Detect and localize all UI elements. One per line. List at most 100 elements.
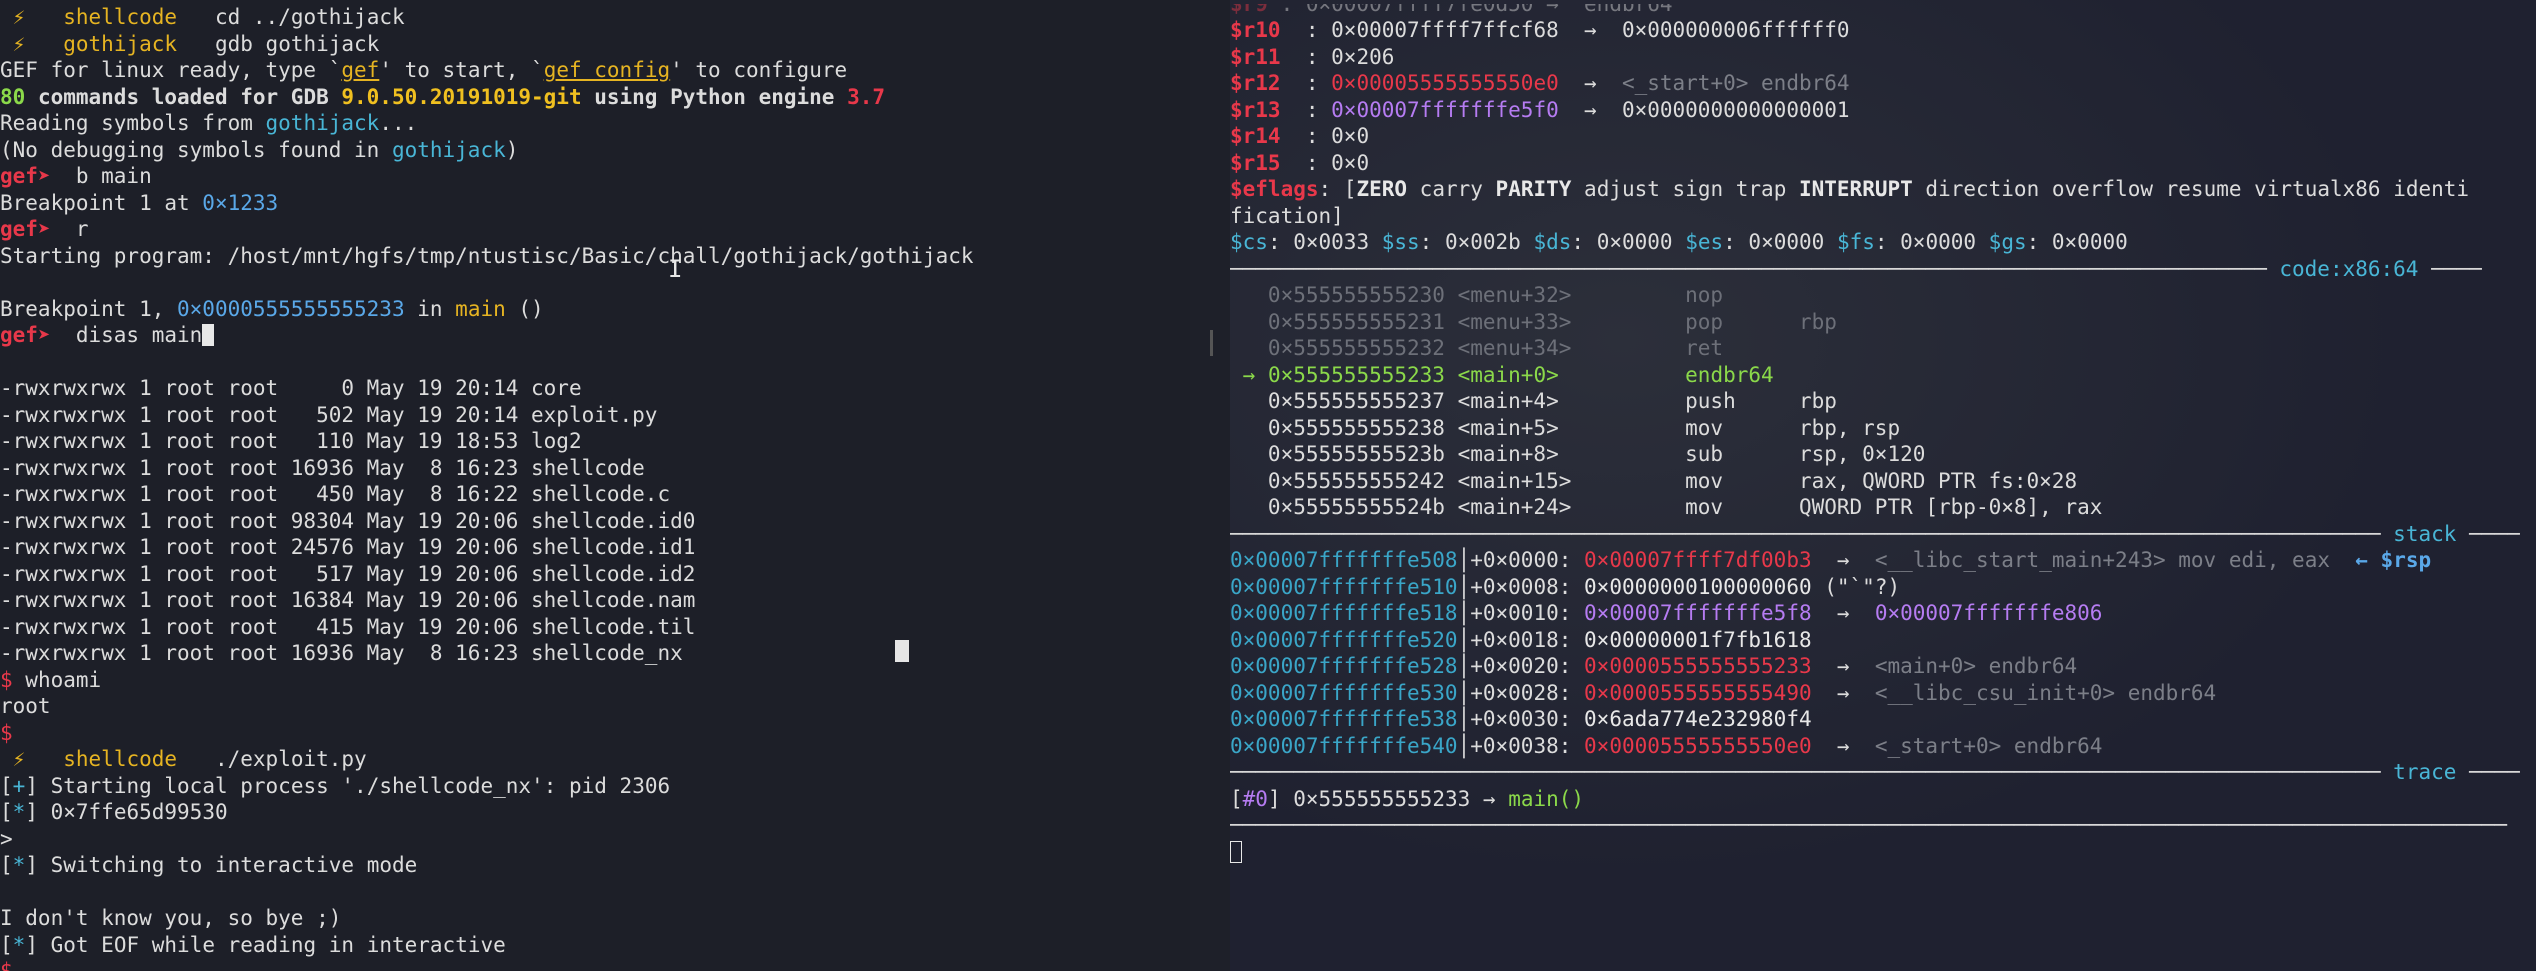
register-row: $r14 : 0×0 <box>1230 123 2536 150</box>
term-line: Breakpoint 1 at 0×1233 <box>0 190 1190 217</box>
register-value: 0×0 <box>1331 150 1370 175</box>
eflags-line: $eflags: [ZERO carry PARITY adjust sign … <box>1230 176 2536 203</box>
segment-register-name: $cs <box>1230 230 1268 254</box>
text: → <box>1811 654 1875 678</box>
register-deref: 0×0000000000000001 <box>1621 97 1850 122</box>
text: [ <box>1230 786 1243 811</box>
stack-deref: <_start+0> endbr64 <box>1874 733 2103 758</box>
status-tag: * <box>12 800 26 824</box>
command-text: whoami <box>12 667 102 692</box>
segment-register-name: $fs <box>1836 230 1875 254</box>
text: ' to configure <box>670 58 848 82</box>
file-row: -rwxrwxrwx 1 root root 16936 May 8 16:23… <box>0 455 645 480</box>
text: in <box>404 296 456 321</box>
disasm-row: → 0×555555555233 <main+0> endbr64 <box>1230 362 2536 389</box>
register-name: $r9 <box>1230 4 1281 16</box>
stack-row: 0×00007fffffffe540│+0×0038: 0×0000555555… <box>1230 733 2536 760</box>
text: adjust sign trap <box>1571 177 1799 201</box>
text: ] <box>1267 786 1294 811</box>
file-row: -rwxrwxrwx 1 root root 517 May 19 20:06 … <box>0 561 696 586</box>
stack-address: 0×00007fffffffe510 <box>1230 574 1458 599</box>
separator-rule: │ <box>1457 654 1471 678</box>
file-row: -rwxrwxrwx 1 root root 16384 May 19 20:0… <box>0 588 696 612</box>
disasm-past: 0×555555555232 <menu+34> ret <box>1230 336 1799 360</box>
text: Got EOF while reading in interactive <box>37 932 506 957</box>
register-value: 0×0 <box>1331 124 1370 148</box>
term-input-line[interactable]: gef➤ disas main <box>0 322 1190 349</box>
gef-commands-line: 80 commands loaded for GDB 9.0.50.201910… <box>0 84 1190 111</box>
stack-value: 0×00007ffff7df00b3 <box>1584 548 1812 572</box>
file-row: -rwxrwxrwx 1 root root 415 May 19 20:06 … <box>0 614 696 639</box>
separator-rule: ──── <box>2418 256 2482 281</box>
stack-row: 0×00007fffffffe510│+0×0008: 0×0000000100… <box>1230 574 2536 601</box>
register-row: $r15 : 0×0 <box>1230 150 2536 177</box>
text: : <box>1280 97 1332 122</box>
text: → <box>1558 97 1622 122</box>
stack-value: 0×00000001f7fb1618 <box>1584 627 1812 652</box>
left-terminal-pane[interactable]: ⚡ shellcode cd ../gothijack ⚡ gothijack … <box>0 0 1190 971</box>
prompt-dir: shellcode <box>63 5 178 29</box>
text: : <box>1280 150 1332 175</box>
separator-rule: │ <box>1457 733 1471 758</box>
right-terminal-pane[interactable]: $r9 : 0×00007ffff7fe0d50 → endbr64 $r10 :… <box>1230 0 2536 971</box>
text: Reading symbols from <box>0 111 266 135</box>
segment-register-value: : 0×0000 <box>1874 230 1989 254</box>
text: → <box>1811 548 1875 572</box>
file-row: -rwxrwxrwx 1 root root 0 May 19 20:14 co… <box>0 376 582 400</box>
segment-register-name: $ds <box>1533 230 1572 254</box>
stack-row: 0×00007fffffffe530│+0×0028: 0×0000555555… <box>1230 680 2536 707</box>
term-line: root <box>0 694 51 718</box>
register-name: $r10 <box>1230 18 1281 42</box>
shell-prompt: $ <box>0 720 13 745</box>
stack-row: 0×00007fffffffe508│+0×0000: 0×00007ffff7… <box>1230 547 2536 574</box>
disasm-next: 0×55555555524b <main+24> mov QWORD PTR [… <box>1230 495 2103 519</box>
command-text: disas main <box>50 323 203 347</box>
text: carry <box>1407 177 1496 201</box>
text: → <box>1811 733 1875 758</box>
disasm-row: 0×555555555237 <main+4> push rbp <box>1230 388 2536 415</box>
stack-value: 0×0000555555555490 <box>1584 680 1812 705</box>
gdb-input-line[interactable] <box>1230 839 2536 866</box>
pane-divider-handle[interactable] <box>1210 330 1213 356</box>
section-title: stack <box>2393 521 2457 546</box>
stack-offset: +0×0020: <box>1470 654 1585 678</box>
stack-address: 0×00007fffffffe540 <box>1230 733 1458 758</box>
text: → <box>1558 71 1622 95</box>
text: → <box>1811 601 1875 625</box>
disasm-next: 0×555555555237 <main+4> push rbp <box>1230 389 1837 413</box>
stack-row: 0×00007fffffffe538│+0×0030: 0×6ada774e23… <box>1230 706 2536 733</box>
status-tag: + <box>12 773 26 798</box>
register-value: : 0×00007ffff7fe0d50 <box>1280 4 1534 16</box>
stack-address: 0×00007fffffffe520 <box>1230 627 1458 652</box>
register-name: $r12 <box>1230 71 1281 95</box>
separator-rule: │ <box>1457 574 1471 599</box>
registers-section: $r9 : 0×00007ffff7fe0d50 → endbr64 $r10 :… <box>1230 4 2536 176</box>
pwntools-line: [*] 0×7ffe65d99530 <box>0 800 228 824</box>
prompt-dir: shellcode <box>63 747 178 771</box>
code-section-separator: ────────────────────────────────────────… <box>1230 256 2536 283</box>
stack-deref: <__libc_csu_init+0> endbr64 <box>1874 680 2217 705</box>
binary-name: gothijack <box>391 137 506 162</box>
disasm-row: 0×555555555230 <menu+32> nop <box>1230 282 2536 309</box>
gdb-version: 9.0.50.20191019-git <box>341 84 582 109</box>
text: ' to start, ` <box>379 58 544 82</box>
address: 0×0000555555555233 <box>177 296 405 321</box>
text: : [ <box>1318 177 1357 201</box>
stack-value: 0×6ada774e232980f4 <box>1584 707 1812 731</box>
file-row: -rwxrwxrwx 1 root root 98304 May 19 20:0… <box>0 508 696 533</box>
text: () <box>505 296 544 321</box>
term-line: ⚡ shellcode cd ../gothijack <box>0 4 1190 31</box>
disasm-next: 0×555555555238 <main+5> mov rbp, rsp <box>1230 415 1901 440</box>
stack-offset: +0×0038: <box>1470 733 1585 758</box>
segment-register-value: : 0×0000 <box>1571 230 1686 254</box>
segment-register-name: $es <box>1685 230 1724 254</box>
stack-value: 0×00007fffffffe5f8 <box>1584 601 1812 625</box>
stack-offset: +0×0010: <box>1470 601 1585 625</box>
file-row: -rwxrwxrwx 1 root root 16936 May 8 16:23… <box>0 641 683 665</box>
separator-rule: │ <box>1457 680 1471 705</box>
text: using Python engine <box>581 84 848 109</box>
lightning-icon: ⚡ <box>12 5 26 29</box>
disasm-row: 0×555555555238 <main+5> mov rbp, rsp <box>1230 415 2536 442</box>
separator-rule: │ <box>1457 707 1471 731</box>
command-text: b main <box>50 164 152 188</box>
